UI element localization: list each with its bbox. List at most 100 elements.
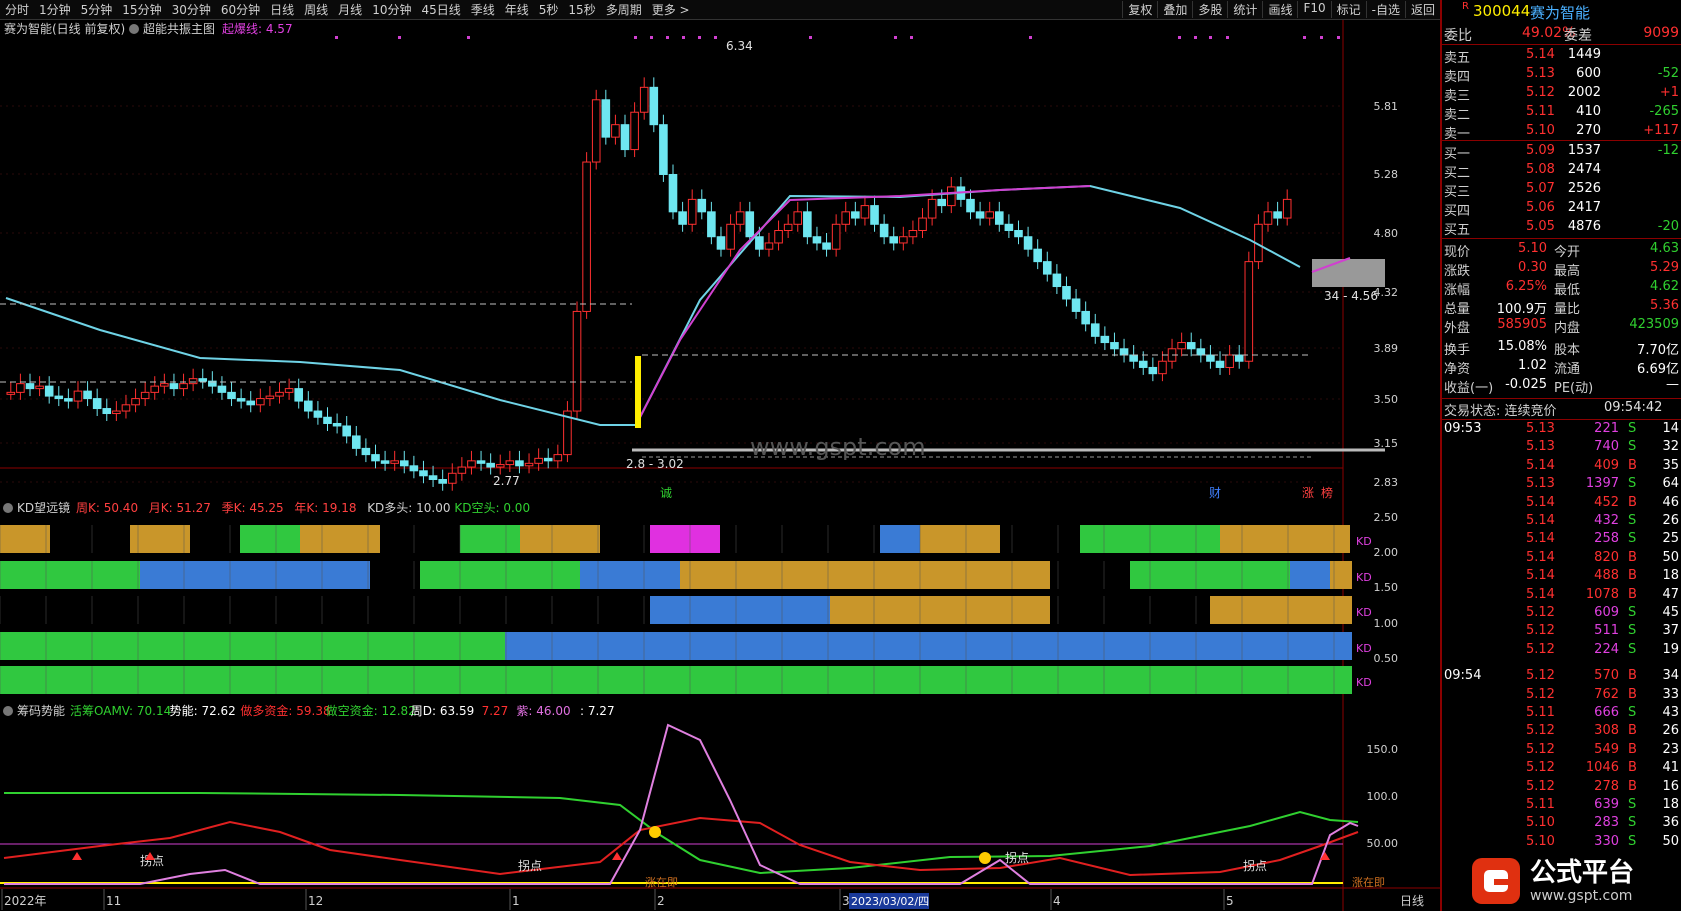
stat-value: 6.25% xyxy=(1505,279,1547,294)
kd-band-segment xyxy=(380,525,460,553)
candle-body xyxy=(92,398,102,410)
stat-label: 总量 xyxy=(1444,302,1471,317)
level-volume: 410 xyxy=(1576,104,1601,119)
chip-axis-tick: 50.00 xyxy=(1367,837,1399,850)
tick-row: 5.14 409 B 35 xyxy=(1442,457,1681,475)
candle-body xyxy=(64,398,73,402)
candle-body xyxy=(937,198,947,207)
tick-volume: 308 xyxy=(1594,723,1619,739)
candle-body xyxy=(1110,342,1119,350)
tick-volume: 278 xyxy=(1594,778,1619,794)
marker-zhang: 涨 xyxy=(1302,485,1314,500)
kd-band-segment xyxy=(880,525,920,553)
tick-side: B xyxy=(1628,778,1637,794)
candle-body xyxy=(1052,273,1062,288)
level-volume: 1537 xyxy=(1567,143,1601,158)
tick-side: B xyxy=(1628,586,1637,602)
tick-price: 5.12 xyxy=(1526,686,1555,702)
stat-value: 7.70亿 xyxy=(1637,343,1679,358)
candle-body xyxy=(227,391,236,400)
stat-label: 最高 xyxy=(1554,264,1581,279)
candle-body xyxy=(486,462,495,468)
chart-area[interactable]: 赛为智能(日线 前复权) 超能共振主图 起爆线: 4.57 5.81 5.28 4.… xyxy=(0,0,1440,911)
stat-label: 股本 xyxy=(1554,343,1581,358)
chip-value-2: 做多资金: 59.38 xyxy=(240,703,330,718)
kd-band-segment xyxy=(920,525,1000,553)
tick-side: B xyxy=(1628,723,1637,739)
candle-body xyxy=(495,464,505,468)
level-price: 5.09 xyxy=(1526,143,1555,158)
candle-body xyxy=(591,99,601,163)
level-change: -12 xyxy=(1657,143,1679,158)
candle-body xyxy=(860,205,870,219)
marker-cheng: 诚 xyxy=(660,486,672,500)
kd-band-segment xyxy=(1330,561,1352,589)
candle-body xyxy=(678,211,687,225)
tick-row: 5.12 1046 B 41 xyxy=(1442,759,1681,777)
tick-price: 5.12 xyxy=(1526,723,1555,739)
line-oamv xyxy=(4,792,1359,875)
candle-body xyxy=(726,223,735,250)
kd-axis-tick: 0.50 xyxy=(1374,652,1399,665)
signal-dot xyxy=(1337,36,1340,39)
candle-body xyxy=(1119,348,1129,356)
tick-count: 14 xyxy=(1662,421,1679,436)
candle-body xyxy=(284,388,294,393)
indicator-toggle-icon[interactable] xyxy=(129,24,139,34)
tick-price: 5.14 xyxy=(1526,549,1555,565)
tick-row: 09:54 5.12 570 B 34 xyxy=(1442,667,1681,685)
candle-body xyxy=(179,383,188,390)
candle-body xyxy=(160,383,169,387)
level-price: 5.05 xyxy=(1526,219,1555,234)
kd-value-3: 年K: 19.18 xyxy=(294,501,356,515)
candle-body xyxy=(275,391,284,397)
signal-dot xyxy=(1194,36,1197,39)
tick-volume: 570 xyxy=(1594,668,1619,684)
candle-body xyxy=(1148,366,1158,375)
tick-count: 50 xyxy=(1662,549,1679,565)
chip-toggle-icon[interactable] xyxy=(3,706,13,716)
stat-row: 涨幅 6.25% 最低 4.62 xyxy=(1442,278,1681,298)
logo-text: 公式平台 xyxy=(1530,858,1635,888)
kd-band-segment xyxy=(460,525,520,553)
status-row: 交易状态: 连续竞价 09:54:42 xyxy=(1442,398,1681,420)
stat-row: 收益(一) -0.025 PE(动) — xyxy=(1442,376,1681,396)
candle-body xyxy=(649,86,659,126)
kd-row-tag: KD xyxy=(1356,571,1372,584)
logo-icon xyxy=(1472,858,1520,904)
high-label: 6.34 xyxy=(726,39,753,53)
level-price: 5.11 xyxy=(1526,104,1555,119)
candle-body xyxy=(1177,342,1186,350)
level-label: 买三 xyxy=(1444,185,1471,200)
tick-price: 5.12 xyxy=(1526,641,1555,657)
tick-side: S xyxy=(1628,439,1637,455)
candle-body xyxy=(380,460,390,464)
tick-price: 5.14 xyxy=(1526,494,1555,510)
chip-axis-tick: 100.0 xyxy=(1367,790,1399,803)
kd-bands: KD KD KD KD KD xyxy=(0,525,1372,694)
kd-band-segment xyxy=(1290,561,1330,589)
level-label: 买一 xyxy=(1444,147,1471,162)
kd-band-segment xyxy=(0,596,650,624)
signal-dot xyxy=(894,36,897,39)
tick-count: 46 xyxy=(1662,494,1679,510)
tick-row: 09:53 5.13 221 S 14 xyxy=(1442,420,1681,438)
kd-toggle-icon[interactable] xyxy=(3,503,13,513)
candle-body xyxy=(687,198,697,225)
tick-volume: 639 xyxy=(1594,797,1619,812)
level-change: -20 xyxy=(1657,219,1679,234)
candle-body xyxy=(304,400,313,412)
kd-value-0: 周K: 50.40 xyxy=(76,501,138,515)
level-volume: 4876 xyxy=(1567,219,1601,234)
kd-axis-tick: 2.50 xyxy=(1374,511,1399,524)
tick-count: 37 xyxy=(1662,623,1679,639)
candle-body xyxy=(361,447,371,456)
watermark: www.gspt.com xyxy=(750,433,926,461)
tick-side: S xyxy=(1628,705,1637,720)
bid-level: 买二 5.08 2474 xyxy=(1442,161,1681,181)
kd-value-4: KD多头: 10.00 xyxy=(367,501,450,515)
kd-band-segment xyxy=(505,632,1352,660)
tick-row: 5.14 258 S 25 xyxy=(1442,530,1681,548)
kd-axis-tick: 1.50 xyxy=(1374,581,1399,594)
signal-dot xyxy=(398,36,401,39)
